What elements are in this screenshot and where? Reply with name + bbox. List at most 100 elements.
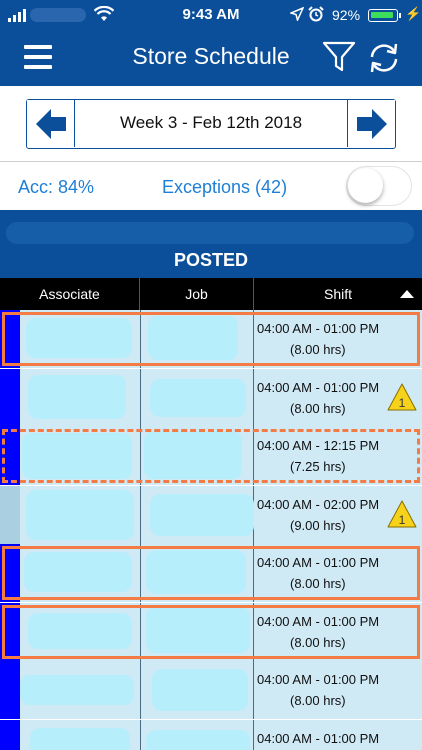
shift-hours: (8.00 hrs) [290,342,346,357]
status-strip [0,427,20,485]
associate-name-redacted [20,675,134,705]
week-label: Week 3 - Feb 12th 2018 [119,113,303,132]
table-row[interactable]: 04:00 AM - 01:00 PM (8.00 hrs) [0,603,422,661]
job-name-redacted [150,494,254,536]
table-row[interactable]: 04:00 AM - 01:00 PM (8.00 hrs) 1 [0,369,422,427]
associate-name-redacted [28,613,132,649]
column-divider [253,310,254,368]
next-week-button[interactable] [347,100,395,147]
associate-name-redacted [24,552,132,592]
week-selector-bar: Week 3 - Feb 12th 2018 [0,86,422,162]
store-name-redacted [6,222,414,244]
shift-hours: (8.00 hrs) [290,576,346,591]
table-row[interactable]: 04:00 AM - 01:00 PM (8.00 hrs) [0,661,422,719]
warning-icon[interactable]: 1 [386,382,418,412]
associate-name-redacted [22,433,132,479]
job-name-redacted [150,379,246,417]
column-divider [253,603,254,661]
table-row[interactable]: 04:00 AM - 01:00 PM (8.00 hrs) [0,544,422,602]
shift-time: 04:00 AM - 01:00 PM [257,731,380,746]
status-strip [0,310,20,368]
shift-time: 04:00 AM - 01:00 PM [257,672,380,687]
job-name-redacted [144,431,242,479]
status-strip [0,486,20,544]
header-shift[interactable]: Shift [254,278,422,310]
job-name-redacted [146,730,250,750]
header-shift-label: Shift [323,286,352,302]
status-strip [0,720,20,750]
charging-icon: ⚡ [405,6,422,21]
battery-icon [368,9,398,22]
warning-count: 1 [399,396,406,410]
status-bar: 9:43 AM 92% ⚡ [0,0,422,30]
next-arrow-icon [356,108,387,139]
shift-time: 04:00 AM - 01:00 PM [257,555,380,570]
status-strip [0,661,20,719]
status-strip [0,603,20,661]
alarm-icon [308,6,324,22]
schedule-list: 04:00 AM - 01:00 PM (8.00 hrs) 04:00 AM - … [0,310,422,750]
shift-hours: (8.00 hrs) [290,635,346,650]
week-selector: Week 3 - Feb 12th 2018 [26,99,396,149]
shift-hours: (8.00 hrs) [290,401,346,416]
column-divider [140,369,141,427]
column-divider [140,310,141,368]
table-row[interactable]: 04:00 AM - 01:00 PM (8.00 hrs) [0,310,422,368]
exceptions-link[interactable]: Exceptions (42) [162,177,287,198]
header-associate[interactable]: Associate [0,278,140,310]
battery-percent: 92% [332,7,361,23]
column-divider [253,661,254,719]
shift-time: 04:00 AM - 01:00 PM [257,380,380,395]
sort-ascending-icon [400,290,414,298]
prev-week-button[interactable] [27,100,75,147]
table-row[interactable]: 04:00 AM - 01:00 PM [0,720,422,750]
shift-time: 04:00 AM - 01:00 PM [257,321,380,336]
column-divider [140,544,141,602]
menu-icon[interactable] [24,45,52,69]
warning-count: 1 [399,513,406,527]
table-row[interactable]: 04:00 AM - 12:15 PM (7.25 hrs) [0,427,422,485]
column-divider [140,603,141,661]
posted-banner: POSTED [0,210,422,278]
warning-icon[interactable]: 1 [386,499,418,529]
column-divider [140,427,141,485]
job-name-redacted [148,316,238,360]
associate-name-redacted [26,318,132,358]
associate-name-redacted [28,375,126,419]
shift-time: 04:00 AM - 12:15 PM [257,438,380,453]
location-icon [290,7,304,21]
shift-hours: (8.00 hrs) [290,693,346,708]
job-name-redacted [146,607,250,653]
exceptions-toggle[interactable] [346,166,412,206]
column-divider [253,544,254,602]
header-job[interactable]: Job [140,278,254,310]
column-divider [253,720,254,750]
toggle-knob [348,168,383,203]
refresh-icon[interactable] [366,40,402,76]
prev-arrow-icon [35,108,66,139]
summary-row: Acc: 84% Exceptions (42) [0,162,422,210]
table-row[interactable]: 04:00 AM - 02:00 PM (9.00 hrs) 1 [0,486,422,544]
shift-time: 04:00 AM - 01:00 PM [257,614,380,629]
column-divider [253,369,254,427]
column-divider [253,427,254,485]
shift-time: 04:00 AM - 02:00 PM [257,497,380,512]
battery-tip [399,13,401,18]
status-strip [0,544,20,602]
accuracy-label: Acc: 84% [18,177,95,197]
filter-icon[interactable] [322,40,356,74]
shift-hours: (7.25 hrs) [290,459,346,474]
column-divider [140,486,141,544]
shift-hours: (9.00 hrs) [290,518,346,533]
posted-label: POSTED [173,250,248,270]
column-divider [140,661,141,719]
job-name-redacted [146,550,246,594]
column-divider [140,720,141,750]
associate-name-redacted [30,728,130,750]
associate-name-redacted [26,490,134,540]
nav-bar: Store Schedule [0,30,422,86]
status-strip [0,369,20,427]
job-name-redacted [152,669,248,711]
table-header: Associate Job Shift [0,278,422,310]
page-title: Store Schedule [132,43,290,69]
